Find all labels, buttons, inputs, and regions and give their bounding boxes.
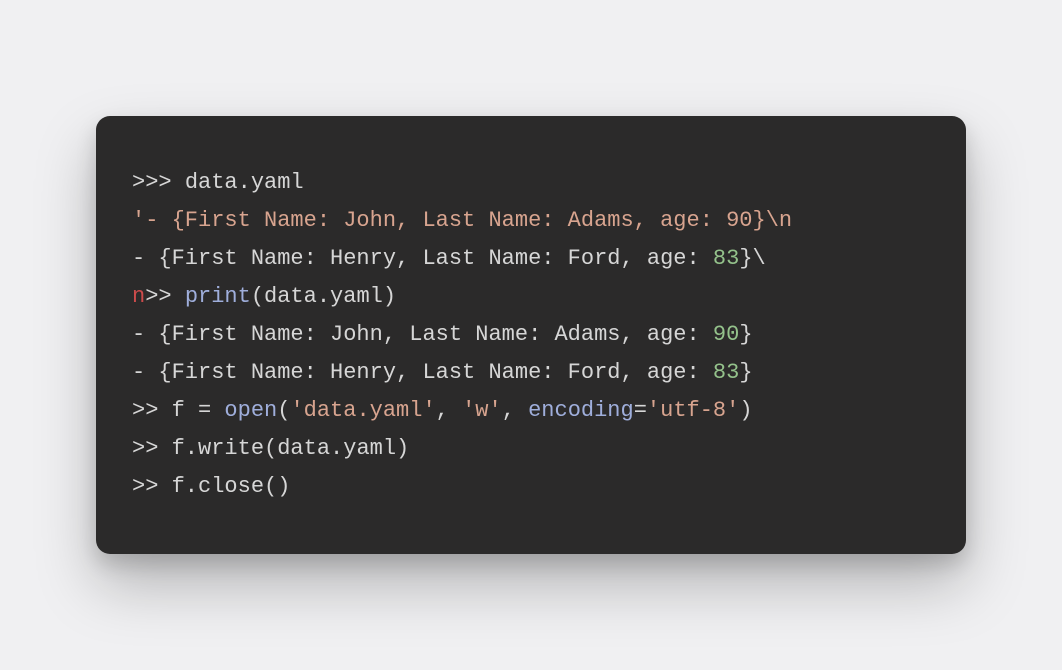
code-line: - {First Name: Henry, Last Name: Ford, a…	[132, 354, 930, 392]
code-text: }\	[739, 246, 765, 271]
code-text: - {First Name: John, Last Name: Adams, a…	[132, 322, 713, 347]
builtin-fn: print	[185, 284, 251, 309]
code-text: ,	[502, 398, 528, 423]
prompt: >>	[145, 284, 185, 309]
code-text: )	[739, 398, 752, 423]
string-literal: 'w'	[462, 398, 502, 423]
code-line: - {First Name: Henry, Last Name: Ford, a…	[132, 240, 930, 278]
code-text: ,	[436, 398, 462, 423]
code-line: >> f.close()	[132, 468, 930, 506]
code-line: '- {First Name: John, Last Name: Adams, …	[132, 202, 930, 240]
code-text: f.write(data.yaml)	[172, 436, 410, 461]
caret-mark: n	[132, 284, 145, 309]
number-literal: 83	[713, 360, 739, 385]
string-literal: '- {First Name: John, Last Name: Adams, …	[132, 208, 792, 233]
code-text: f.close()	[172, 474, 291, 499]
code-text: }	[739, 322, 752, 347]
code-text: data.yaml	[185, 170, 304, 195]
string-literal: 'data.yaml'	[290, 398, 435, 423]
prompt: >>	[132, 474, 172, 499]
code-text: - {First Name: Henry, Last Name: Ford, a…	[132, 246, 713, 271]
prompt: >>>	[132, 170, 185, 195]
string-literal: 'utf-8'	[647, 398, 739, 423]
prompt: >>	[132, 436, 172, 461]
code-line: >>> data.yaml	[132, 164, 930, 202]
code-block: >>> data.yaml '- {First Name: John, Last…	[96, 116, 966, 554]
code-text: =	[634, 398, 647, 423]
code-text: (	[277, 398, 290, 423]
code-line: - {First Name: John, Last Name: Adams, a…	[132, 316, 930, 354]
code-line: >> f.write(data.yaml)	[132, 430, 930, 468]
code-line: >> f = open('data.yaml', 'w', encoding='…	[132, 392, 930, 430]
keyword-arg: encoding	[528, 398, 634, 423]
code-text: - {First Name: Henry, Last Name: Ford, a…	[132, 360, 713, 385]
number-literal: 83	[713, 246, 739, 271]
code-line: n>> print(data.yaml)	[132, 278, 930, 316]
code-text: (data.yaml)	[251, 284, 396, 309]
code-text: f =	[172, 398, 225, 423]
code-text: }	[739, 360, 752, 385]
prompt: >>	[132, 398, 172, 423]
number-literal: 90	[713, 322, 739, 347]
builtin-fn: open	[224, 398, 277, 423]
